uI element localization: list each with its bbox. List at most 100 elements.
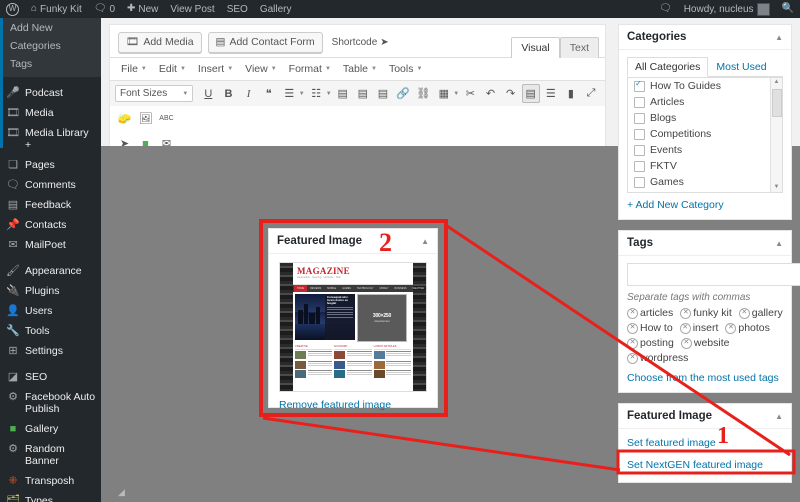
tag-chip[interactable]: ✕ posting bbox=[627, 337, 674, 349]
remove-tag-icon[interactable]: ✕ bbox=[679, 322, 691, 334]
sidebar-item-appearance[interactable]: 🖌 Appearance bbox=[0, 261, 101, 281]
search-button[interactable]: 🔍 bbox=[776, 0, 800, 18]
seo-menu[interactable]: SEO bbox=[221, 0, 254, 18]
remove-tag-icon[interactable]: ✕ bbox=[627, 307, 638, 319]
kitchen-sink-icon[interactable]: ▤ bbox=[521, 84, 540, 103]
distraction-free-icon[interactable]: ⤢ bbox=[582, 84, 600, 103]
remove-tag-icon[interactable]: ✕ bbox=[680, 307, 692, 319]
remove-tag-icon[interactable]: ✕ bbox=[627, 322, 638, 334]
sidebar-item-facebook-auto-publish[interactable]: ⚙ Facebook Auto Publish bbox=[0, 387, 101, 419]
chevron-up-icon[interactable]: ▲ bbox=[775, 33, 783, 42]
sidebar-item-types[interactable]: 🗂 Types bbox=[0, 491, 101, 502]
category-checkbox[interactable] bbox=[634, 79, 645, 92]
menu-tools[interactable]: Tools ▼ bbox=[384, 61, 427, 77]
remove-tag-icon[interactable]: ✕ bbox=[627, 337, 638, 349]
set-featured-image-link[interactable]: Set featured image bbox=[619, 432, 791, 454]
menu-insert[interactable]: Insert ▼ bbox=[193, 61, 238, 77]
sidebar-item-plugins[interactable]: 🔌 Plugins bbox=[0, 281, 101, 301]
tag-chip[interactable]: ✕ How to bbox=[627, 322, 673, 334]
spellcheck-icon[interactable]: ABC bbox=[157, 109, 176, 128]
scroll-up-icon[interactable]: ▲ bbox=[771, 78, 782, 87]
menu-table[interactable]: Table ▼ bbox=[338, 61, 382, 77]
comments-bubble[interactable]: 🗨 0 bbox=[88, 0, 121, 18]
remove-featured-image-link[interactable]: Remove featured image bbox=[269, 392, 437, 411]
sidebar-item-media[interactable]: 🎞 Media bbox=[0, 103, 101, 123]
menu-file[interactable]: File ▼ bbox=[116, 61, 152, 77]
tag-input[interactable] bbox=[627, 263, 800, 286]
tag-chip[interactable]: ✕ funky kit bbox=[680, 307, 732, 319]
align-center-icon[interactable]: ▤ bbox=[354, 84, 372, 103]
sidebar-subitem-categories[interactable]: Categories bbox=[0, 37, 101, 55]
gallery-menu[interactable]: Gallery bbox=[254, 0, 298, 18]
sidebar-item-gallery[interactable]: ■ Gallery bbox=[0, 419, 101, 439]
sidebar-subitem-tags[interactable]: Tags bbox=[0, 55, 101, 73]
scrollbar-thumb[interactable] bbox=[772, 89, 782, 117]
category-row[interactable]: Games bbox=[628, 174, 782, 190]
category-checkbox[interactable] bbox=[634, 144, 645, 156]
category-checkbox[interactable] bbox=[634, 160, 645, 172]
set-nextgen-featured-image-link[interactable]: Set NextGEN featured image bbox=[619, 454, 791, 476]
tag-chip[interactable]: ✕ insert bbox=[679, 322, 718, 334]
font-sizes-select[interactable]: Font Sizes ▼ bbox=[115, 85, 194, 102]
scroll-down-icon[interactable]: ▼ bbox=[771, 183, 782, 192]
sidebar-item-mailpoet[interactable]: ✉ MailPoet bbox=[0, 235, 101, 255]
tag-chip[interactable]: ✕ gallery bbox=[738, 307, 783, 319]
unlink-icon[interactable]: ⛓ bbox=[414, 84, 432, 103]
sidebar-item-users[interactable]: 👤 Users bbox=[0, 301, 101, 321]
category-row[interactable]: eSports bbox=[628, 190, 782, 194]
menu-format[interactable]: Format ▼ bbox=[284, 61, 336, 77]
add-media-button[interactable]: 🎞 Add Media bbox=[118, 32, 202, 53]
add-contact-form-button[interactable]: ▤ Add Contact Form bbox=[207, 32, 323, 53]
category-checkbox[interactable] bbox=[646, 193, 657, 194]
sidebar-item-media-library-plus[interactable]: 🎞 Media Library + bbox=[0, 123, 101, 155]
remove-tag-icon[interactable]: ✕ bbox=[680, 337, 692, 349]
tab-visual[interactable]: Visual bbox=[511, 37, 560, 58]
tab-most-used[interactable]: Most Used bbox=[708, 57, 774, 77]
italic-icon[interactable]: I bbox=[240, 84, 258, 103]
sidebar-item-contacts[interactable]: 📌 Contacts bbox=[0, 215, 101, 235]
category-row[interactable]: Blogs bbox=[628, 110, 782, 126]
blockquote-icon[interactable]: ❝ bbox=[260, 84, 278, 103]
sidebar-item-random-banner[interactable]: ⚙ Random Banner bbox=[0, 439, 101, 471]
page-break-icon[interactable]: ☰ bbox=[542, 84, 560, 103]
remove-tag-icon[interactable]: ✕ bbox=[725, 322, 737, 334]
tag-chip[interactable]: ✕ articles bbox=[627, 307, 673, 319]
category-row[interactable]: Articles bbox=[628, 94, 782, 110]
category-checkbox[interactable] bbox=[634, 96, 645, 108]
add-new-category-link[interactable]: + Add New Category bbox=[627, 193, 783, 211]
bold-icon[interactable]: B bbox=[219, 84, 237, 103]
align-right-icon[interactable]: ▤ bbox=[374, 84, 392, 103]
tag-chip[interactable]: ✕ photos bbox=[725, 322, 770, 334]
sidebar-item-podcast[interactable]: 🎤 Podcast bbox=[0, 83, 101, 103]
editor-resize-handle[interactable]: ◢ bbox=[118, 487, 125, 500]
sidebar-item-tools[interactable]: 🔧 Tools bbox=[0, 321, 101, 341]
insert-image-icon[interactable]: 🖼 bbox=[136, 109, 155, 128]
underline-icon[interactable]: U bbox=[199, 84, 217, 103]
chevron-up-icon[interactable]: ▲ bbox=[775, 412, 783, 421]
menu-view[interactable]: View ▼ bbox=[240, 61, 282, 77]
sidebar-item-seo[interactable]: ◪ SEO bbox=[0, 367, 101, 387]
tab-text[interactable]: Text bbox=[559, 37, 599, 58]
tab-all-categories[interactable]: All Categories bbox=[627, 57, 709, 77]
tag-chip[interactable]: ✕ website bbox=[680, 337, 729, 349]
new-content-menu[interactable]: ✚ New bbox=[121, 0, 164, 18]
sidebar-item-pages[interactable]: ❏ Pages bbox=[0, 155, 101, 175]
chevron-up-icon[interactable]: ▲ bbox=[421, 237, 429, 246]
categories-list[interactable]: How To Guides Articles Blogs Competition… bbox=[627, 77, 783, 193]
account-menu[interactable]: Howdy, nucleus bbox=[678, 0, 776, 18]
category-row[interactable]: Competitions bbox=[628, 126, 782, 142]
sidebar-subitem-add-new[interactable]: Add New bbox=[0, 19, 101, 37]
category-row[interactable]: FKTV bbox=[628, 158, 782, 174]
wordpress-logo-button[interactable]: W bbox=[0, 0, 25, 18]
view-post-link[interactable]: View Post bbox=[164, 0, 220, 18]
featured-image-thumbnail[interactable]: MAGAZINE Automotive · Gaming · Lifestyle… bbox=[279, 262, 427, 392]
category-checkbox[interactable] bbox=[634, 176, 645, 188]
bullet-list-icon[interactable]: ☰ bbox=[280, 84, 299, 103]
redo-icon[interactable]: ↷ bbox=[502, 84, 520, 103]
link-icon[interactable]: 🔗 bbox=[394, 84, 412, 103]
sidebar-item-settings[interactable]: ⊞ Settings bbox=[0, 341, 101, 361]
book-icon[interactable]: ▮ bbox=[562, 84, 580, 103]
tag-chip[interactable]: ✕ wordpress bbox=[627, 352, 688, 364]
numbered-list-icon[interactable]: ☷ bbox=[307, 84, 326, 103]
undo-icon[interactable]: ↶ bbox=[481, 84, 499, 103]
